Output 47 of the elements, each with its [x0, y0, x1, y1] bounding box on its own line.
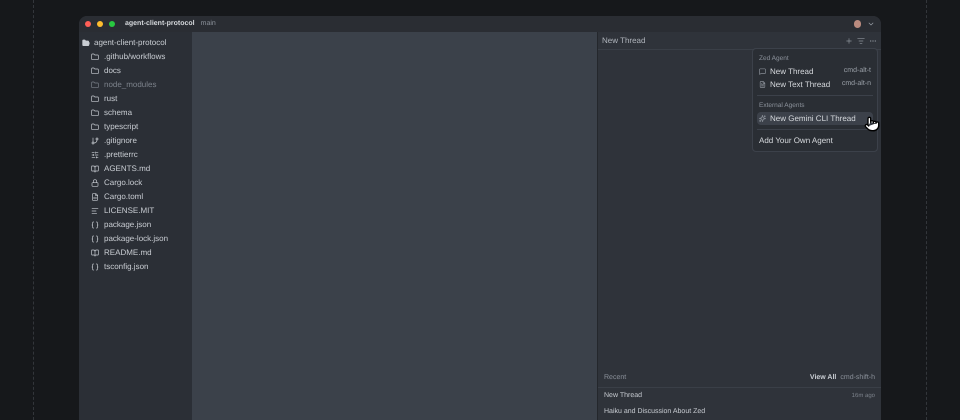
tree-item[interactable]: package.json [79, 218, 192, 232]
list-icon[interactable] [857, 36, 865, 44]
tree-item[interactable]: LICENSE.MIT [79, 204, 192, 218]
tree-item[interactable]: .github/workflows [79, 50, 192, 64]
folder-icon [91, 95, 99, 103]
braces-icon [91, 221, 99, 229]
chevron-down-icon[interactable] [867, 20, 875, 28]
tree-item[interactable]: Cargo.toml [79, 190, 192, 204]
plus-icon[interactable] [845, 36, 853, 44]
sparkle-icon [759, 115, 766, 122]
book-icon [91, 165, 99, 173]
tree-item[interactable]: tsconfig.json [79, 260, 192, 274]
close-icon[interactable] [85, 21, 91, 27]
chat-bubble-icon [759, 68, 766, 75]
tree-item[interactable]: Cargo.lock [79, 176, 192, 190]
tree-item[interactable]: typescript [79, 120, 192, 134]
minimize-icon[interactable] [97, 21, 103, 27]
tree-item[interactable]: .prettierrc [79, 148, 192, 162]
tree-item[interactable]: schema [79, 106, 192, 120]
tree-item[interactable]: package-lock.json [79, 232, 192, 246]
maximize-icon[interactable] [109, 21, 115, 27]
tree-item[interactable]: agent-client-protocol [79, 36, 192, 50]
git-icon [91, 137, 99, 145]
panel-title: New Thread [602, 34, 646, 46]
tree-item[interactable]: .gitignore [79, 134, 192, 148]
document-icon [759, 81, 766, 88]
braces-icon [91, 263, 99, 271]
folder-icon [91, 123, 99, 131]
tree-item[interactable]: README.md [79, 246, 192, 260]
sliders-icon [91, 151, 99, 159]
tree-item[interactable]: AGENTS.md [79, 162, 192, 176]
book-icon [91, 249, 99, 257]
folder-icon [82, 39, 90, 47]
menu-item[interactable]: Add Your Own Agent [757, 134, 873, 147]
avatar-icon[interactable] [854, 20, 861, 28]
text-lines-icon [91, 207, 99, 215]
folder-icon [91, 67, 99, 75]
folder-icon [91, 81, 99, 89]
tree-item[interactable]: rust [79, 92, 192, 106]
braces-icon [91, 235, 99, 243]
lock-icon [91, 179, 99, 187]
code-file-icon [91, 193, 99, 201]
tree-item[interactable]: docs [79, 64, 192, 78]
hand-cursor-icon [864, 116, 880, 132]
folder-icon [91, 53, 99, 61]
menu-item[interactable]: New Gemini CLI Thread [757, 112, 873, 125]
folder-icon [91, 109, 99, 117]
